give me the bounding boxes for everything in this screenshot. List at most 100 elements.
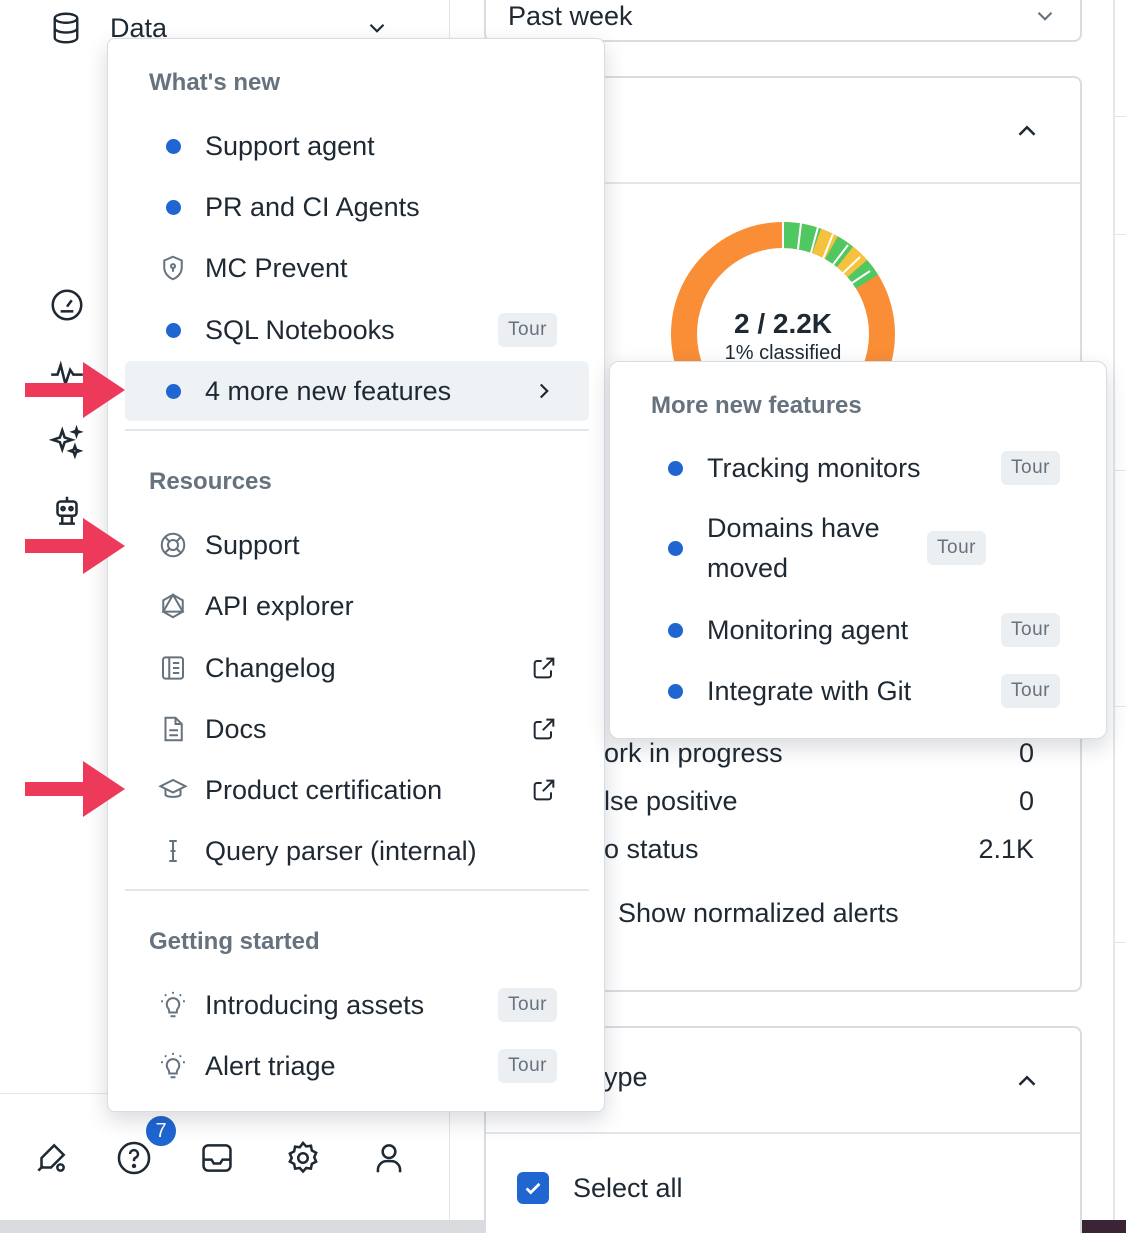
submenu-item-domains-have-moved[interactable]: Domains have moved Tour xyxy=(627,508,1091,588)
stat-row: ork in progress 0 xyxy=(604,738,1034,769)
stat-row: lse positive 0 xyxy=(604,786,1034,817)
period-select-value: Past week xyxy=(508,0,633,31)
menu-item-label: API explorer xyxy=(205,590,354,621)
new-dot xyxy=(667,460,683,476)
menu-item-docs[interactable]: Docs xyxy=(125,699,589,759)
new-indicator xyxy=(157,314,189,346)
period-select[interactable]: Past week xyxy=(484,0,1082,42)
tour-badge[interactable]: Tour xyxy=(1001,674,1060,708)
external-link-icon xyxy=(529,714,559,744)
new-dot xyxy=(165,138,181,154)
user-profile-icon[interactable] xyxy=(370,1139,408,1177)
settings-gear-icon[interactable] xyxy=(284,1139,322,1177)
new-indicator xyxy=(659,683,691,699)
tour-badge[interactable]: Tour xyxy=(498,988,557,1022)
menu-item-query-parser[interactable]: Query parser (internal) xyxy=(125,821,589,881)
external-link-icon xyxy=(529,653,559,683)
dashboard-gauge-icon[interactable] xyxy=(48,286,86,324)
submenu-item-tracking-monitors[interactable]: Tracking monitors Tour xyxy=(627,448,1091,488)
menu-item-mc-prevent[interactable]: MC Prevent xyxy=(125,238,589,298)
submenu-item-monitoring-agent[interactable]: Monitoring agent Tour xyxy=(627,610,1091,650)
stat-value: 2.1K xyxy=(978,834,1034,864)
getting-started-heading: Getting started xyxy=(149,928,320,955)
menu-item-pr-ci-agents[interactable]: PR and CI Agents xyxy=(125,177,589,237)
menu-item-changelog[interactable]: Changelog xyxy=(125,638,589,698)
stat-label: ork in progress xyxy=(604,738,783,768)
graphql-icon xyxy=(157,590,189,622)
new-indicator xyxy=(659,540,691,556)
menu-item-alert-triage[interactable]: Alert triage Tour xyxy=(125,1036,589,1096)
help-menu-dropdown: What's new Support agent PR and CI Agent… xyxy=(107,38,605,1112)
tour-badge[interactable]: Tour xyxy=(927,531,986,565)
tour-badge[interactable]: Tour xyxy=(1001,613,1060,647)
menu-item-support[interactable]: Support xyxy=(125,515,589,575)
stat-label: lse positive xyxy=(604,786,738,816)
shield-icon xyxy=(157,252,189,284)
donut-total: 2 / 2.2K xyxy=(733,308,833,339)
menu-divider xyxy=(125,429,589,431)
submenu-item-label: Monitoring agent xyxy=(707,615,909,645)
checkmark-icon xyxy=(525,1182,541,1195)
select-all-option[interactable]: Select all xyxy=(517,1172,683,1204)
more-new-features-submenu: More new features Tracking monitors Tour… xyxy=(609,361,1107,739)
menu-item-support-agent[interactable]: Support agent xyxy=(125,116,589,176)
menu-item-label: 4 more new features xyxy=(205,375,452,406)
type-section-label: ype xyxy=(604,1062,648,1092)
submenu-item-label: Tracking monitors xyxy=(707,453,921,483)
new-indicator xyxy=(157,375,189,407)
menu-item-sql-notebooks[interactable]: SQL Notebooks Tour xyxy=(125,300,589,360)
annotation-arrow xyxy=(25,518,125,574)
submenu-item-label: Integrate with Git xyxy=(707,676,912,706)
changelog-icon xyxy=(157,652,189,684)
submenu-item-label: Domains have moved xyxy=(707,513,880,583)
chevron-up-icon[interactable] xyxy=(1012,1066,1042,1096)
menu-item-more-new-features[interactable]: 4 more new features xyxy=(125,361,589,421)
menu-item-label: Introducing assets xyxy=(205,989,425,1020)
database-icon xyxy=(53,12,79,44)
new-dot xyxy=(667,622,683,638)
tour-badge[interactable]: Tour xyxy=(498,1049,557,1083)
tour-badge[interactable]: Tour xyxy=(498,313,557,347)
more-new-features-heading: More new features xyxy=(651,392,862,419)
new-dot xyxy=(165,383,181,399)
lightbulb-icon xyxy=(157,989,189,1021)
menu-item-label: Product certification xyxy=(205,774,443,805)
menu-item-api-explorer[interactable]: API explorer xyxy=(125,576,589,636)
panel-edge xyxy=(1113,0,1115,1220)
annotation-arrow xyxy=(25,761,125,817)
show-normalized-alerts-toggle[interactable]: Show normalized alerts xyxy=(618,898,899,929)
menu-item-product-certification[interactable]: Product certification xyxy=(125,760,589,820)
menu-item-label: Query parser (internal) xyxy=(205,835,477,866)
select-all-label: Select all xyxy=(573,1172,683,1203)
chevron-up-icon[interactable] xyxy=(1012,116,1042,146)
new-indicator xyxy=(659,460,691,476)
chevron-down-icon xyxy=(1037,11,1053,21)
card-header-divider xyxy=(486,1132,1080,1134)
menu-item-label: Docs xyxy=(205,713,267,744)
menu-item-introducing-assets[interactable]: Introducing assets Tour xyxy=(125,975,589,1035)
menu-item-label: PR and CI Agents xyxy=(205,191,420,222)
inbox-icon[interactable] xyxy=(198,1139,236,1177)
tour-badge[interactable]: Tour xyxy=(1001,451,1060,485)
paint-brush-icon[interactable] xyxy=(32,1139,70,1177)
menu-item-label: MC Prevent xyxy=(205,252,348,283)
submenu-item-integrate-with-git[interactable]: Integrate with Git Tour xyxy=(627,671,1091,711)
help-icon[interactable] xyxy=(115,1139,153,1177)
lightbulb-icon xyxy=(157,1050,189,1082)
new-indicator xyxy=(157,191,189,223)
external-link-icon xyxy=(529,775,559,805)
new-dot xyxy=(667,683,683,699)
stat-value: 0 xyxy=(1018,738,1034,768)
new-indicator xyxy=(659,622,691,638)
sidebar-bottom-strip xyxy=(0,1220,490,1233)
resources-heading: Resources xyxy=(149,468,272,495)
select-all-checkbox[interactable] xyxy=(517,1172,549,1204)
new-dot xyxy=(667,540,683,556)
chevron-right-icon xyxy=(529,376,559,406)
menu-item-label: Support agent xyxy=(205,130,375,161)
text-cursor-icon xyxy=(157,835,189,867)
document-icon xyxy=(157,713,189,745)
annotation-arrow xyxy=(25,362,125,418)
new-dot xyxy=(165,199,181,215)
sparkles-icon[interactable] xyxy=(48,424,86,462)
